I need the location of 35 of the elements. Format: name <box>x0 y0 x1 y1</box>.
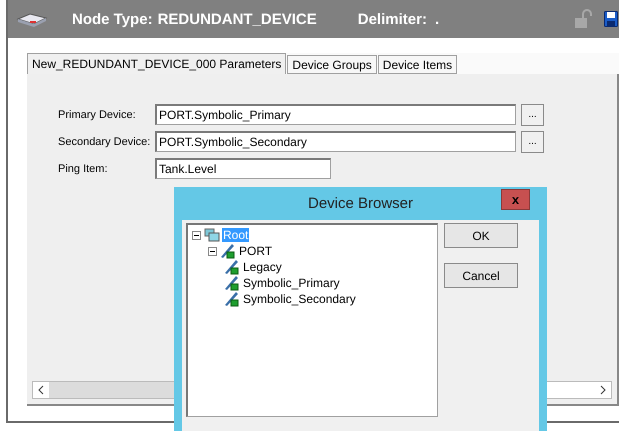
delimiter-value: . <box>434 10 440 28</box>
collapse-icon[interactable] <box>208 246 217 256</box>
browse-button[interactable]: ... <box>521 130 544 152</box>
node-type-label: Node Type: <box>72 10 153 28</box>
pen-check-icon <box>220 243 235 259</box>
tree-item[interactable]: Legacy <box>242 260 283 274</box>
tab[interactable]: Device Groups <box>287 55 377 74</box>
field-label: Secondary Device: <box>58 136 152 148</box>
cancel-button[interactable]: Cancel <box>444 263 518 288</box>
computers-icon <box>204 228 220 242</box>
tab[interactable]: Device Items <box>378 55 458 74</box>
tree-item[interactable]: PORT <box>238 244 274 258</box>
tab[interactable]: New_REDUNDANT_DEVICE_000 Parameters <box>27 53 286 74</box>
pen-check-icon <box>224 291 239 307</box>
field-label: Ping Item: <box>58 162 109 174</box>
input-field[interactable]: PORT.Symbolic_Primary <box>155 104 516 125</box>
input-field[interactable]: PORT.Symbolic_Secondary <box>155 131 516 152</box>
device-icon <box>16 11 48 27</box>
save-icon[interactable] <box>604 11 618 27</box>
node-type-value: REDUNDANT_DEVICE <box>158 10 317 28</box>
scroll-right-icon[interactable] <box>600 385 606 395</box>
ok-button[interactable]: OK <box>444 223 518 248</box>
tree-item[interactable]: Symbolic_Primary <box>242 276 341 290</box>
field-label: Primary Device: <box>58 108 137 120</box>
close-button[interactable]: x <box>501 189 530 210</box>
device-tree[interactable]: Root PORT Legacy Symbolic_Primary Symbolic_Secondary <box>186 223 438 417</box>
scroll-left-icon[interactable] <box>38 385 44 395</box>
tree-item[interactable]: Symbolic_Secondary <box>242 292 357 306</box>
collapse-icon[interactable] <box>192 230 201 240</box>
pen-check-icon <box>224 259 239 275</box>
dialog-title: Device Browser <box>308 195 414 212</box>
pen-check-icon <box>224 275 239 291</box>
browse-button[interactable]: ... <box>521 104 544 126</box>
delimiter-label: Delimiter: <box>358 10 427 28</box>
input-field[interactable]: Tank.Level <box>155 158 331 179</box>
